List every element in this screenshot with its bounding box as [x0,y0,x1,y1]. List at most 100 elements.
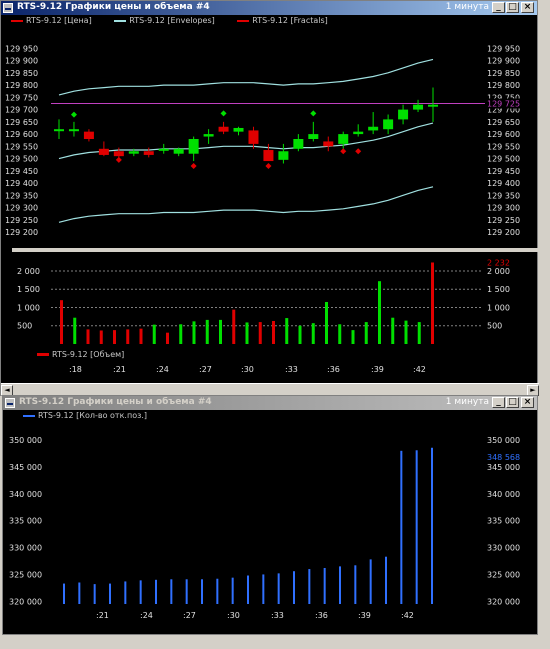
y-tick-label-right: 350 000 [487,436,520,445]
window-icon [3,3,13,13]
candle-body [323,141,334,147]
y-tick-label-left: 129 850 [5,69,38,78]
candle-body [308,134,319,139]
volume-bar [245,322,249,344]
y-tick-label-left: 345 000 [9,463,42,472]
candle-body [68,129,79,132]
oi-bar [369,559,372,604]
candle-body [158,148,169,151]
oi-bar [109,583,111,604]
oi-window-titlebar[interactable]: RTS-9.12 Графики цены и объема #4 1 мину… [3,396,537,410]
y-tick-label-right: 1 500 [487,285,510,294]
y-tick-label-right: 129 950 [487,44,520,53]
oi-bar [262,574,265,604]
open-interest-window[interactable]: RTS-9.12 Графики цены и объема #4 1 мину… [2,395,538,635]
fractal-up-marker [310,110,317,117]
price-window-titlebar[interactable]: RTS-9.12 Графики цены и объема #4 1 мину… [1,1,537,15]
y-tick-label-left: 320 000 [9,597,42,606]
oi-bar [247,575,249,604]
candle-body [233,127,244,132]
y-tick-label-left: 129 800 [5,81,38,90]
volume-chart[interactable]: 2 000 2 000 1 500 1 500 1 000 1 000 500 500 2 23… [1,252,537,382]
volume-bar [258,322,262,344]
x-tick-label: :36 [315,611,328,620]
volume-bar [99,330,103,344]
y-tick-label-left: 129 250 [5,216,38,225]
restore-button[interactable]: □ [506,2,519,13]
close-button[interactable]: × [521,397,534,408]
fractal-down-marker [340,148,347,155]
y-tick-label-left: 325 000 [9,570,42,579]
candle-body [428,104,438,107]
volume-max-label: 2 232 [487,258,510,267]
volume-bar [86,329,90,344]
y-tick-label-right: 1 000 [487,303,510,312]
y-tick-label-left: 340 000 [9,490,42,499]
envelope-upper-line [58,58,434,96]
fractal-down-marker [355,148,362,155]
open-interest-chart[interactable]: 350 000 350 000 345 000 345 000 340 000 340 0… [3,410,537,634]
x-tick-label: :21 [113,365,126,374]
volume-bar [298,325,302,344]
y-tick-label-right: 129 650 [487,118,520,127]
candle-body [353,131,364,135]
y-tick-label-left: 129 300 [5,204,38,213]
oi-bar [170,579,173,604]
volume-bar [139,328,143,344]
volume-bar [378,281,381,344]
y-tick-label-right: 325 000 [487,570,520,579]
candle-body [278,151,289,160]
price-chart[interactable]: 129 950 129 950 129 900 129 900 129 850 129 8… [1,15,537,247]
oi-bar [78,582,81,604]
restore-button[interactable]: □ [506,397,519,408]
legend-swatch [37,353,49,356]
volume-bar [431,262,434,344]
x-tick-label: :36 [327,365,340,374]
oi-bar [231,577,234,604]
candle-body [188,139,199,154]
y-tick-label-left: 1 500 [17,285,40,294]
price-volume-window[interactable]: RTS-9.12 Графики цены и объема #4 1 мину… [0,0,539,397]
y-tick-label-left: 350 000 [9,436,42,445]
y-tick-label-right: 129 900 [487,57,520,66]
oi-bar [415,450,418,604]
volume-bar [272,320,275,344]
oi-bar [201,579,203,604]
candle-body [368,126,379,131]
candle-body [54,129,64,132]
oi-bar [293,571,295,604]
y-tick-label-right: 129 800 [487,81,520,90]
candle-body [398,109,409,120]
minimize-button[interactable]: _ [492,2,505,13]
window-title: RTS-9.12 Графики цены и объема #4 [17,2,210,12]
fractal-down-marker [265,162,272,169]
y-tick-label-left: 335 000 [9,517,42,526]
y-tick-label-right: 335 000 [487,517,520,526]
candle-body [383,119,394,130]
y-tick-label-left: 129 400 [5,179,38,188]
x-tick-label: :42 [413,365,426,374]
y-tick-label-left: 129 450 [5,167,38,176]
oi-bar [185,579,188,604]
volume-bar [391,317,395,344]
y-tick-label-left: 129 700 [5,106,38,115]
y-tick-label-right: 345 000 [487,463,520,472]
y-tick-label-left: 2 000 [17,267,40,276]
oi-bar [93,584,96,604]
close-button[interactable]: × [521,2,534,13]
volume-bar [219,319,222,344]
y-tick-label-right: 129 350 [487,191,520,200]
oi-bar [339,566,341,604]
candle-body [128,151,139,154]
oi-bar [216,578,219,604]
x-tick-label: :24 [140,611,153,620]
minimize-button[interactable]: _ [492,397,505,408]
y-tick-label-right: 129 850 [487,69,520,78]
volume-bar [417,322,421,344]
candle-body [413,104,424,110]
candle-body [293,139,304,149]
x-tick-label: :27 [199,365,212,374]
price-marker-label: 129 725 [487,99,520,108]
oi-bar [139,580,142,604]
y-tick-label-right: 129 500 [487,155,520,164]
